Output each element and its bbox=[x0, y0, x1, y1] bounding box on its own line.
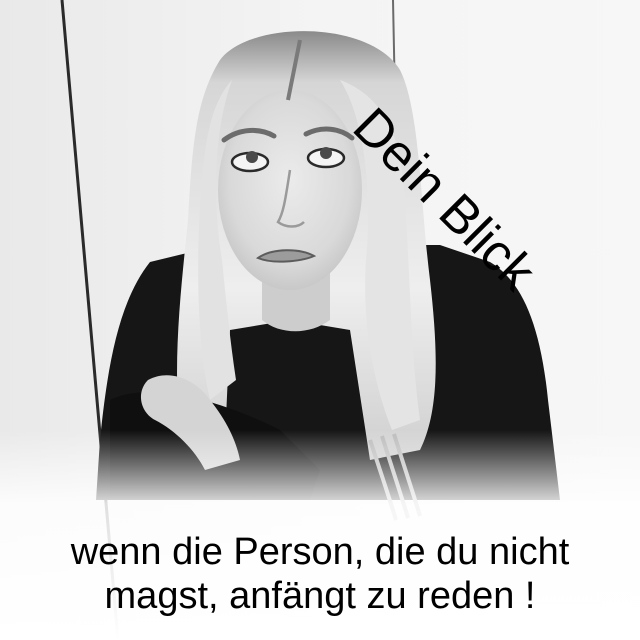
caption-bottom: wenn die Person, die du nicht magst, anf… bbox=[0, 530, 640, 618]
caption-bottom-line-2: magst, anfängt zu reden ! bbox=[104, 575, 536, 617]
caption-bottom-line-1: wenn die Person, die du nicht bbox=[70, 531, 570, 573]
iris-left bbox=[246, 151, 258, 163]
iris-right bbox=[320, 147, 332, 159]
